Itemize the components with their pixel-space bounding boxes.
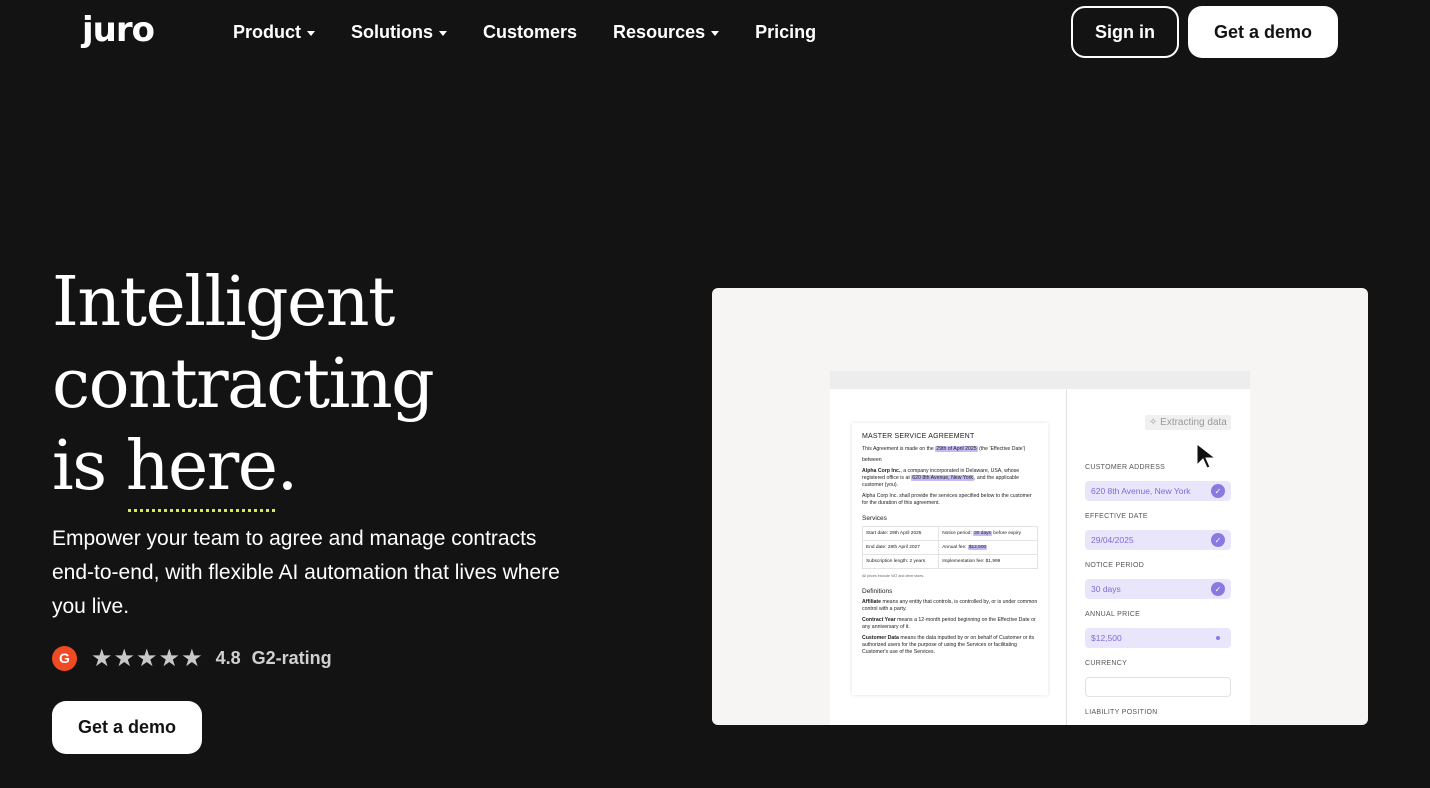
doc-highlight-date: 29th of April 2025 xyxy=(935,446,978,452)
nav-item-solutions[interactable]: Solutions xyxy=(351,20,448,44)
get-demo-button-hero[interactable]: Get a demo xyxy=(52,701,202,754)
nav-item-label: Pricing xyxy=(755,21,817,42)
doc-text: This Agreement is made on the xyxy=(862,446,936,452)
nav-item-pricing[interactable]: Pricing xyxy=(755,20,816,44)
g2-rating: G ★★★★★ 4.8 G2-rating xyxy=(52,644,338,672)
doc-services-heading: Services xyxy=(862,515,887,522)
doc-definition: Affiliate means any entity that controls… xyxy=(862,599,1038,613)
field-value: 29/04/2025 xyxy=(1091,535,1134,545)
chevron-down-icon xyxy=(711,30,720,36)
doc-definition: Customer Data means the data inputted by… xyxy=(862,635,1038,656)
extracting-data-badge: ✧ Extracting data xyxy=(1145,415,1231,430)
field-label-currency: CURRENCY xyxy=(1085,660,1128,667)
field-label-liability-position: LIABILITY POSITION xyxy=(1085,709,1158,716)
table-cell: Start date: 29th April 2025 xyxy=(861,526,940,541)
headline-line-2: contracting xyxy=(52,345,435,424)
nav-item-label: Customers xyxy=(483,21,578,42)
doc-text: Annual fee: xyxy=(942,545,968,550)
table-row: Start date: 29th April 2025 Notice perio… xyxy=(861,526,1038,541)
doc-between: between xyxy=(862,457,882,463)
chevron-down-icon xyxy=(439,30,448,36)
table-row: Subscription length: 2 years Implementat… xyxy=(861,554,1038,569)
rating-text: 4.8 G2-rating xyxy=(216,648,338,669)
pane-divider xyxy=(1066,389,1067,725)
nav-item-label: Resources xyxy=(613,21,706,42)
services-table: Start date: 29th April 2025 Notice perio… xyxy=(861,526,1038,569)
field-value: 620 8th Avenue, New York xyxy=(1091,486,1191,496)
doc-paragraph-1: This Agreement is made on the 29th of Ap… xyxy=(862,446,1038,453)
annual-price-field[interactable]: $12,500 xyxy=(1085,628,1231,648)
hero-subtitle: Empower your team to agree and manage co… xyxy=(52,527,560,618)
headline-line-3: is here. xyxy=(52,426,433,508)
field-label-effective-date: EFFECTIVE DATE xyxy=(1085,513,1148,520)
doc-highlight-fee: $12,500 xyxy=(967,545,988,550)
doc-paragraph-3: Alpha Corp Inc. shall provide the servic… xyxy=(862,493,1032,506)
doc-highlight-address: 620 8th Avenue, New York xyxy=(911,475,974,481)
nav-item-label: Product xyxy=(233,21,302,42)
doc-text: before expiry xyxy=(991,531,1022,536)
headline-line-1: Intelligent xyxy=(52,263,395,342)
doc-paragraph-2: Alpha Corp Inc., a company incorporated … xyxy=(862,468,1038,489)
get-demo-button-nav[interactable]: Get a demo xyxy=(1188,6,1338,58)
loading-dot-icon xyxy=(1216,636,1220,640)
chevron-down-icon xyxy=(307,30,316,36)
star-rating-icons: ★★★★★ xyxy=(91,644,204,672)
definition-term: Customer Data xyxy=(862,635,899,641)
doc-party-name: Alpha Corp Inc. xyxy=(862,468,901,474)
nav-item-label: Solutions xyxy=(351,21,434,42)
doc-text: (the 'Effective Date') xyxy=(977,446,1026,452)
app-topbar xyxy=(830,371,1250,389)
doc-text: Notice period: xyxy=(942,531,974,536)
table-cell: Subscription length: 2 years xyxy=(861,554,940,569)
definition-term: Contract Year xyxy=(862,617,896,623)
g2-logo-icon: G xyxy=(52,645,77,671)
table-cell: Notice period: 30 days before expiry xyxy=(938,526,1038,541)
effective-date-field[interactable]: 29/04/2025 ✓ xyxy=(1085,530,1231,550)
doc-definitions-heading: Definitions xyxy=(862,588,893,595)
contract-document: MASTER SERVICE AGREEMENT This Agreement … xyxy=(852,423,1048,695)
doc-title: MASTER SERVICE AGREEMENT xyxy=(862,433,975,440)
table-cell: Annual fee: $12,500 xyxy=(938,540,1038,555)
doc-definition: Contract Year means a 12-month period be… xyxy=(862,617,1038,631)
headline-period: . xyxy=(276,427,299,506)
customer-address-field[interactable]: 620 8th Avenue, New York ✓ xyxy=(1085,481,1231,501)
field-label-notice-period: NOTICE PERIOD xyxy=(1085,562,1145,569)
juro-logo[interactable]: juro xyxy=(82,10,155,50)
doc-prices-note: All prices exclude VAT and other taxes. xyxy=(862,574,925,578)
definition-term: Affiliate xyxy=(862,599,882,605)
field-label-customer-address: CUSTOMER ADDRESS xyxy=(1085,464,1166,471)
field-value: 30 days xyxy=(1091,584,1121,594)
currency-field[interactable] xyxy=(1085,677,1231,697)
table-cell: End date: 28th April 2027 xyxy=(861,540,940,555)
field-label-annual-price: ANNUAL PRICE xyxy=(1085,611,1141,618)
headline-word-is: is xyxy=(52,427,126,506)
table-row: End date: 28th April 2027 Annual fee: $1… xyxy=(861,540,1038,555)
app-window: MASTER SERVICE AGREEMENT This Agreement … xyxy=(830,371,1250,725)
headline-word-here: here xyxy=(125,427,278,506)
doc-text: means any entity that controls, is contr… xyxy=(862,599,1038,612)
check-icon: ✓ xyxy=(1211,533,1225,547)
doc-highlight-notice: 30 days xyxy=(973,531,992,536)
hero-headline: Intelligent contracting is here. xyxy=(52,262,435,508)
notice-period-field[interactable]: 30 days ✓ xyxy=(1085,579,1231,599)
check-icon: ✓ xyxy=(1211,582,1225,596)
table-cell: Implementation fee: $1,999 xyxy=(938,554,1038,569)
field-value: $12,500 xyxy=(1091,633,1122,643)
sign-in-button[interactable]: Sign in xyxy=(1071,6,1179,58)
check-icon: ✓ xyxy=(1211,484,1225,498)
main-nav: Product Solutions Customers Resources Pr… xyxy=(233,20,852,44)
product-mockup: MASTER SERVICE AGREEMENT This Agreement … xyxy=(712,288,1368,725)
nav-item-customers[interactable]: Customers xyxy=(483,20,577,44)
rating-score: 4.8 xyxy=(215,647,241,668)
nav-item-resources[interactable]: Resources xyxy=(613,20,720,44)
nav-item-product[interactable]: Product xyxy=(233,20,316,44)
rating-label: G2-rating xyxy=(251,647,332,668)
